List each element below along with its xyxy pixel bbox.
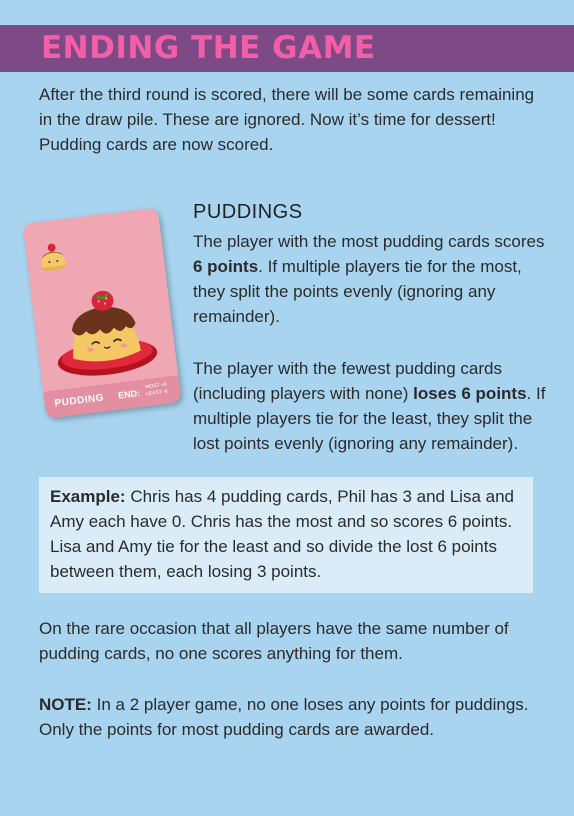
- example-text: Example: Chris has 4 pudding cards, Phil…: [50, 487, 515, 581]
- page-title: ENDING THE GAME: [41, 30, 376, 66]
- example-label: Example:: [50, 487, 126, 506]
- card-fine-print: MOST +6 LEAST -6: [145, 381, 169, 398]
- card-name: PUDDING: [54, 392, 105, 410]
- puddings-fewest-paragraph: The player with the fewest pudding cards…: [193, 359, 546, 453]
- pudding-card-image: PUDDING END: MOST +6 LEAST -6: [22, 207, 182, 419]
- puddings-heading: PUDDINGS: [193, 201, 303, 223]
- corner-pudding-icon: [41, 243, 67, 271]
- note-paragraph: NOTE: In a 2 player game, no one loses a…: [39, 695, 529, 739]
- tie-paragraph: On the rare occasion that all players ha…: [39, 619, 509, 663]
- puddings-most-paragraph: The player with the most pudding cards s…: [193, 232, 545, 326]
- intro-paragraph: After the third round is scored, there w…: [39, 85, 535, 154]
- note-label: NOTE:: [39, 695, 92, 714]
- card-end-label: END:: [117, 387, 141, 401]
